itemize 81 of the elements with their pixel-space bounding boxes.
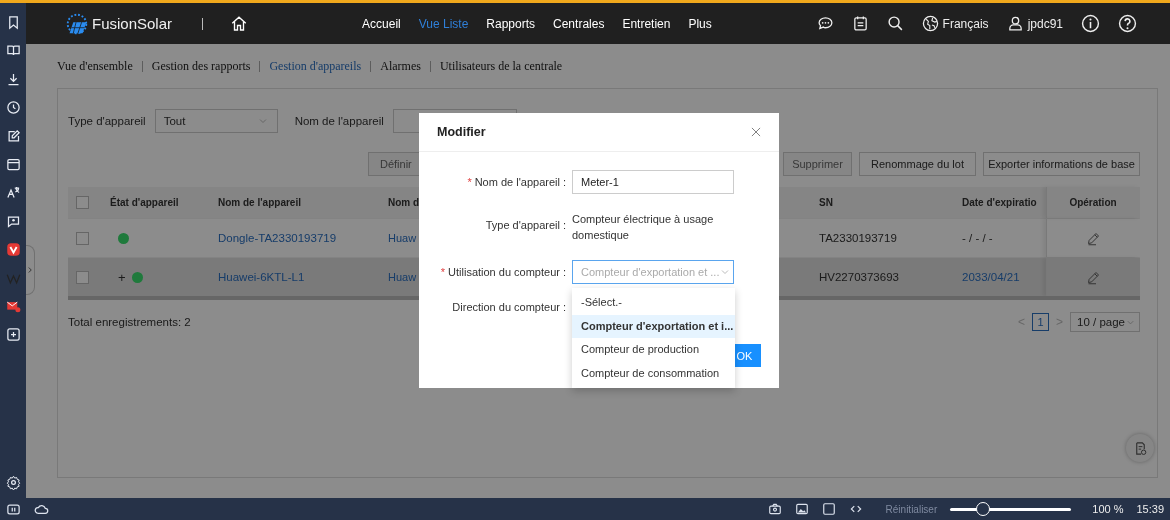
user-name[interactable]: jpdc91 bbox=[1027, 16, 1063, 31]
label-colon: : bbox=[562, 176, 566, 188]
clock-time: 15:39 bbox=[1136, 503, 1164, 515]
subnav-tab[interactable]: Gestion des rapports bbox=[151, 58, 251, 74]
nav-item[interactable]: Plus bbox=[688, 16, 712, 31]
checkbox[interactable] bbox=[76, 270, 89, 284]
checkbox[interactable] bbox=[76, 231, 89, 245]
filter-label: Type d'appareil bbox=[68, 115, 146, 127]
chat-icon[interactable] bbox=[5, 213, 21, 229]
zoom-level: 100 % bbox=[1092, 503, 1124, 515]
field-label: Utilisation du compteur bbox=[448, 266, 560, 278]
help-icon[interactable] bbox=[1118, 14, 1137, 33]
column-header: Date d'expiratio bbox=[962, 197, 1037, 208]
required-mark: * bbox=[467, 176, 472, 188]
calendar-icon[interactable] bbox=[851, 15, 869, 32]
device-link[interactable]: Dongle-TA2330193719 bbox=[218, 232, 337, 244]
dropdown-option[interactable]: -Sélect.- bbox=[572, 291, 735, 315]
calendar-icon[interactable] bbox=[5, 156, 21, 172]
translate-icon[interactable] bbox=[5, 185, 21, 201]
select-field[interactable]: Tout bbox=[154, 109, 278, 133]
column-header: Nom de l'appareil bbox=[218, 197, 301, 208]
page-size-select[interactable]: 10 / page bbox=[1070, 312, 1140, 332]
column-header: Opération bbox=[1069, 197, 1117, 208]
search-icon[interactable] bbox=[886, 15, 904, 32]
language-selector[interactable]: Français bbox=[942, 16, 989, 31]
toolbar-button[interactable]: Exporter informations de base bbox=[983, 152, 1140, 176]
column-header: SN bbox=[819, 197, 833, 208]
home-icon[interactable] bbox=[230, 14, 249, 33]
camera-icon[interactable] bbox=[767, 502, 782, 516]
nav-item[interactable]: Rapports bbox=[486, 16, 536, 31]
zoom-slider-thumb[interactable] bbox=[975, 501, 990, 516]
dropdown-option[interactable]: Compteur d'exportation et i... bbox=[572, 314, 735, 338]
panel-toggle-icon[interactable] bbox=[6, 501, 21, 517]
checkbox[interactable] bbox=[76, 196, 89, 209]
column-header: État d'appareil bbox=[110, 197, 179, 208]
browser-logo-icon[interactable] bbox=[5, 242, 21, 258]
table-cell: - / - / - bbox=[962, 232, 993, 244]
dialog-title: Modifier bbox=[437, 125, 486, 139]
collapse-handle[interactable] bbox=[26, 245, 35, 295]
close-icon[interactable] bbox=[749, 125, 763, 139]
field-label: Direction du compteur bbox=[452, 301, 560, 313]
page-number[interactable]: 1 bbox=[1032, 313, 1049, 331]
image-icon[interactable] bbox=[794, 502, 809, 516]
table-cell: HV2270373693 bbox=[819, 271, 899, 283]
user-icon[interactable] bbox=[1006, 15, 1024, 32]
settings-icon[interactable] bbox=[5, 475, 21, 490]
field-label: Type d'appareil bbox=[485, 219, 560, 231]
globe-icon[interactable] bbox=[921, 15, 939, 32]
column-header: Nom d bbox=[388, 197, 420, 208]
label-colon: : bbox=[562, 266, 566, 278]
nav-item[interactable]: Entretien bbox=[622, 16, 671, 31]
reset-zoom-button[interactable]: Réinitialiser bbox=[885, 503, 938, 515]
required-mark: * bbox=[440, 266, 446, 278]
edit-icon[interactable] bbox=[1085, 230, 1101, 246]
expand-toggle[interactable]: + bbox=[118, 269, 126, 285]
label-colon: : bbox=[562, 301, 566, 313]
nav-item[interactable]: Centrales bbox=[553, 16, 605, 31]
record-count: Total enregistrements: 2 bbox=[68, 316, 191, 328]
subnav-tab[interactable]: Alarmes bbox=[380, 58, 421, 74]
subnav-tab[interactable]: Gestion d'appareils bbox=[269, 58, 362, 74]
info-icon[interactable] bbox=[1081, 14, 1100, 33]
logo-text: FusionSolar bbox=[92, 15, 173, 32]
input-field[interactable]: Meter-1 bbox=[572, 170, 734, 194]
window-icon[interactable] bbox=[821, 502, 836, 516]
table-cell: TA2330193719 bbox=[819, 232, 897, 244]
subnav-tab[interactable]: Utilisateurs de la centrale bbox=[439, 58, 563, 74]
clock-icon[interactable] bbox=[5, 100, 21, 116]
chat-icon[interactable] bbox=[816, 15, 834, 32]
toolbar-button[interactable]: Renommage du lot bbox=[859, 152, 976, 176]
date-link[interactable]: 2033/04/21 bbox=[962, 271, 1020, 283]
filter-label: Nom de l'appareil bbox=[294, 115, 384, 127]
label-colon: : bbox=[562, 219, 566, 231]
nav-item[interactable]: Accueil bbox=[362, 16, 401, 31]
field-label: Nom de l'appareil bbox=[474, 176, 560, 188]
nav-item[interactable]: Vue Liste bbox=[418, 16, 469, 31]
note-icon[interactable] bbox=[5, 128, 21, 144]
field-value: Compteur électrique à usage domestique bbox=[572, 212, 715, 243]
device-link[interactable]: Huawei-6KTL-L1 bbox=[218, 271, 305, 283]
add-panel-icon[interactable] bbox=[5, 327, 21, 343]
subnav-tab[interactable]: Vue d'ensemble bbox=[57, 58, 133, 74]
device-link[interactable]: Huaw bbox=[388, 232, 417, 244]
